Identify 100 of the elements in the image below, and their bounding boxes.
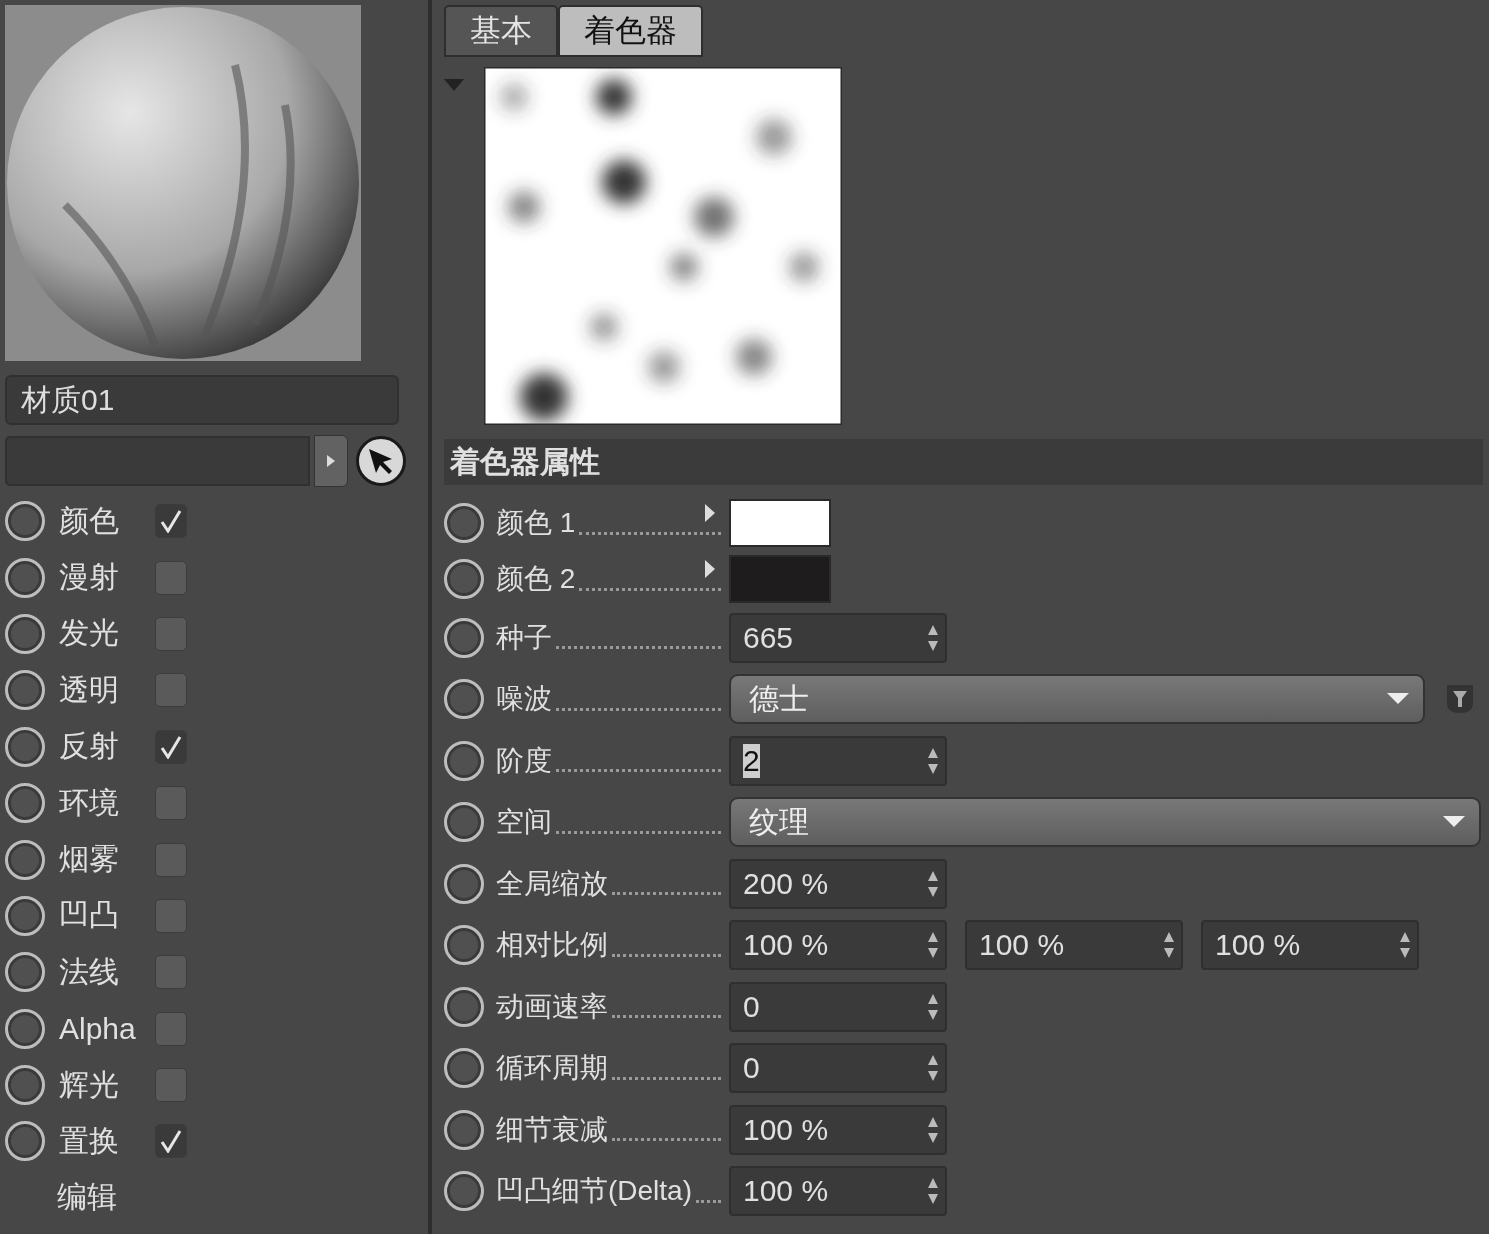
property-label: 颜色 1: [496, 506, 576, 540]
keyframe-button[interactable]: [5, 1008, 45, 1049]
field-value: 665: [743, 620, 794, 655]
checkbox[interactable]: [155, 898, 187, 933]
channel-label[interactable]: 反射: [59, 726, 155, 768]
checkbox[interactable]: [155, 673, 187, 708]
checkbox[interactable]: [155, 616, 187, 651]
channel-label[interactable]: 发光: [59, 613, 155, 655]
property-label: 相对比例: [496, 928, 608, 963]
keyframe-button[interactable]: [5, 1065, 45, 1106]
channel-label[interactable]: 法线: [59, 951, 155, 993]
checkbox[interactable]: [155, 955, 187, 990]
filter-icon[interactable]: [1445, 683, 1475, 716]
keyframe-button[interactable]: [444, 863, 484, 904]
keyframe-button[interactable]: [444, 740, 484, 781]
property-label: 噪波: [496, 682, 552, 717]
channel-label[interactable]: 烟雾: [59, 839, 155, 881]
dropdown[interactable]: 德士: [729, 674, 1425, 725]
checkbox[interactable]: [155, 504, 187, 539]
keyframe-button[interactable]: [5, 783, 45, 824]
checkbox[interactable]: [155, 729, 187, 764]
arrow-button[interactable]: [314, 435, 348, 487]
keyframe-button[interactable]: [444, 925, 484, 966]
keyframe-button[interactable]: [444, 1109, 484, 1150]
number-field[interactable]: 665: [729, 612, 947, 663]
field-value: 0: [743, 989, 760, 1024]
checkbox[interactable]: [155, 1124, 187, 1159]
keyframe-button[interactable]: [444, 1171, 484, 1212]
number-field[interactable]: 100 %: [729, 1166, 947, 1217]
number-field[interactable]: 2: [729, 735, 947, 786]
channel-label[interactable]: 透明: [59, 669, 155, 711]
property-label: 细节衰减: [496, 1112, 608, 1147]
channel-label[interactable]: 漫射: [59, 557, 155, 599]
number-field[interactable]: 100 %: [729, 920, 947, 971]
number-field[interactable]: 100 %: [965, 920, 1183, 971]
field-value: 100 %: [1215, 928, 1301, 963]
pointer-button[interactable]: [356, 436, 406, 486]
property-label: 动画速率: [496, 989, 608, 1024]
number-field[interactable]: 0: [729, 1043, 947, 1094]
keyframe-button[interactable]: [5, 726, 45, 767]
property-label: 循环周期: [496, 1051, 608, 1086]
channel-label[interactable]: 辉光: [59, 1064, 155, 1106]
checkmark-icon: [160, 734, 182, 759]
channel-label[interactable]: 凹凸: [59, 895, 155, 937]
field-value: 2: [743, 743, 760, 778]
keyframe-button[interactable]: [5, 895, 45, 936]
field-value: 100 %: [979, 928, 1065, 963]
color-swatch[interactable]: [729, 555, 831, 603]
number-field[interactable]: 0: [729, 981, 947, 1032]
expand-triangle-icon[interactable]: [705, 560, 715, 578]
channel-label[interactable]: 环境: [59, 782, 155, 824]
number-field[interactable]: 100 %: [729, 1104, 947, 1155]
play-triangle-icon: [327, 455, 335, 467]
property-label: 全局缩放: [496, 866, 608, 901]
dropdown[interactable]: 纹理: [729, 797, 1481, 848]
keyframe-button[interactable]: [444, 617, 484, 658]
keyframe-button[interactable]: [444, 802, 484, 843]
property-label: 种子: [496, 620, 552, 655]
channel-label[interactable]: 置换: [59, 1121, 155, 1162]
checkbox[interactable]: [155, 560, 187, 595]
material-name-field[interactable]: 材质01: [5, 375, 399, 425]
property-label: 凹凸细节(Delta): [496, 1174, 692, 1209]
keyframe-button[interactable]: [5, 501, 45, 542]
keyframe-button[interactable]: [5, 952, 45, 993]
keyframe-button[interactable]: [444, 503, 484, 543]
tab[interactable]: 基本: [444, 5, 558, 57]
keyframe-button[interactable]: [5, 557, 45, 598]
number-field[interactable]: 200 %: [729, 858, 947, 909]
property-label: 空间: [496, 805, 552, 840]
number-field[interactable]: 100 %: [1201, 920, 1419, 971]
keyframe-button[interactable]: [5, 839, 45, 880]
field-value: 100 %: [743, 928, 829, 963]
checkmark-icon: [160, 509, 182, 534]
channel-label[interactable]: Alpha: [59, 1011, 155, 1046]
keyframe-button[interactable]: [5, 670, 45, 711]
keyframe-button[interactable]: [5, 613, 45, 654]
keyframe-button[interactable]: [444, 1048, 484, 1089]
field-value: 100 %: [743, 1112, 829, 1147]
property-label: 颜色 2: [496, 562, 576, 596]
property-label: 阶度: [496, 743, 552, 778]
checkbox[interactable]: [155, 842, 187, 877]
keyframe-button[interactable]: [444, 679, 484, 720]
dropdown-caret-icon: [1387, 693, 1409, 706]
checkbox[interactable]: [155, 1068, 187, 1103]
field-value: 200 %: [743, 866, 829, 901]
channel-label[interactable]: 颜色: [59, 500, 155, 542]
checkbox[interactable]: [155, 786, 187, 821]
dropdown-caret-icon: [1443, 816, 1465, 829]
expand-triangle-icon[interactable]: [705, 504, 715, 522]
checkmark-icon: [160, 1129, 182, 1154]
color-swatch[interactable]: [729, 499, 831, 547]
section-header: 着色器属性: [444, 439, 1483, 485]
field-value: 0: [743, 1051, 760, 1086]
edit-label[interactable]: 编辑: [57, 1177, 153, 1219]
tab[interactable]: 着色器: [558, 5, 703, 57]
keyframe-button[interactable]: [444, 986, 484, 1027]
keyframe-button[interactable]: [5, 1121, 45, 1162]
checkbox[interactable]: [155, 1011, 187, 1046]
keyframe-button[interactable]: [444, 559, 484, 599]
field-value: 100 %: [743, 1174, 829, 1209]
